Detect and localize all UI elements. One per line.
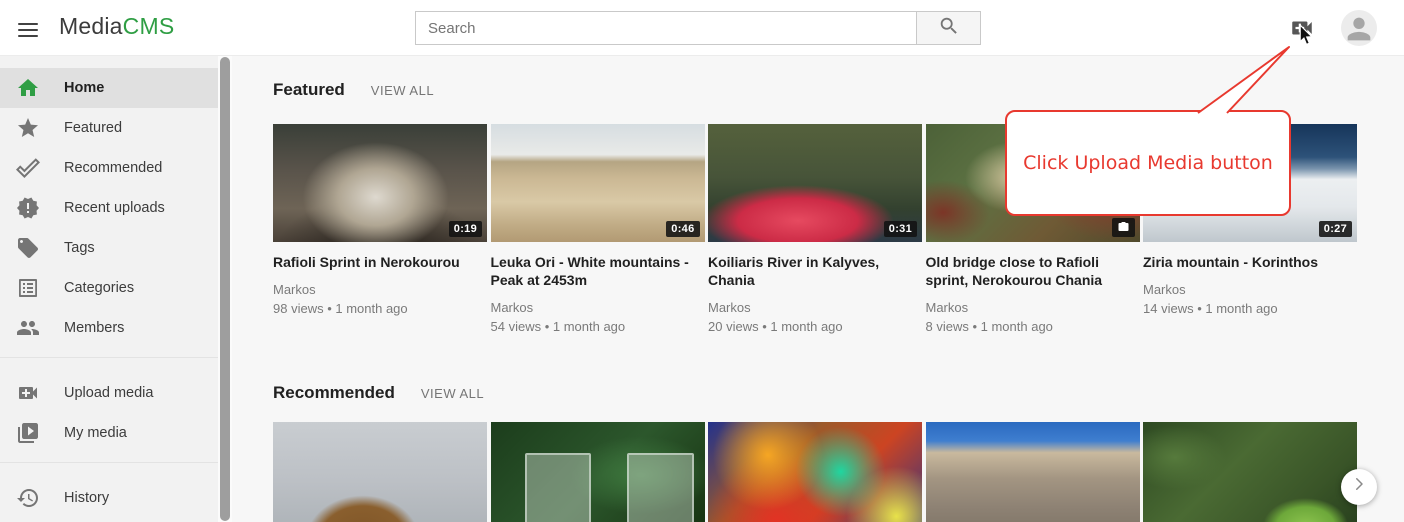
sidebar-item-label: My media (64, 425, 127, 441)
sidebar-divider (0, 357, 218, 358)
home-icon (16, 76, 40, 100)
sidebar-item-label: History (64, 490, 109, 506)
sidebar-item-label: Categories (64, 280, 134, 296)
sidebar: Home Featured Recommended Recent uploads… (0, 56, 218, 522)
duration-badge: 0:31 (884, 221, 917, 237)
media-meta: 14 views • 1 month ago (1143, 299, 1357, 318)
logo[interactable]: MediaCMS (59, 13, 174, 40)
media-card (926, 422, 1140, 522)
duration-badge: 0:46 (666, 221, 699, 237)
search-button[interactable] (917, 11, 981, 45)
sidebar-item-label: Featured (64, 120, 122, 136)
media-title[interactable]: Leuka Ori - White mountains - Peak at 24… (491, 253, 705, 289)
sidebar-item-label: Members (64, 320, 124, 336)
categories-icon (16, 276, 40, 300)
media-meta: 8 views • 1 month ago (926, 317, 1140, 336)
sidebar-item-recommended[interactable]: Recommended (0, 148, 218, 188)
search-input[interactable] (415, 11, 917, 45)
media-card: 0:31 Koiliaris River in Kalyves, Chania … (708, 124, 922, 336)
sidebar-item-upload-media[interactable]: Upload media (0, 373, 218, 413)
media-card: 0:46 Leuka Ori - White mountains - Peak … (491, 124, 705, 336)
sidebar-item-history[interactable]: History (0, 478, 218, 518)
section-title: Featured (273, 80, 345, 100)
video-thumbnail[interactable] (926, 422, 1140, 522)
chevron-right-icon (1350, 475, 1368, 499)
media-meta: 54 views • 1 month ago (491, 317, 705, 336)
scrollbar-thumb[interactable] (220, 57, 230, 521)
logo-text-media: Media (59, 13, 123, 39)
sidebar-divider (0, 462, 218, 463)
upload-media-button[interactable] (1289, 15, 1315, 41)
video-library-icon (16, 421, 40, 445)
recommended-view-all-link[interactable]: VIEW ALL (421, 386, 484, 401)
user-avatar[interactable] (1341, 10, 1377, 46)
sidebar-item-label: Home (64, 80, 104, 96)
menu-icon[interactable] (16, 17, 40, 39)
section-title: Recommended (273, 383, 395, 403)
sidebar-item-label: Upload media (64, 385, 153, 401)
media-author[interactable]: Markos (273, 280, 487, 299)
media-meta: 20 views • 1 month ago (708, 317, 922, 336)
search-icon (938, 15, 960, 42)
upload-media-icon (16, 381, 40, 405)
featured-view-all-link[interactable]: VIEW ALL (371, 83, 434, 98)
camera-icon (1112, 218, 1135, 237)
sidebar-item-label: Recommended (64, 160, 162, 176)
star-icon (16, 116, 40, 140)
video-thumbnail[interactable] (1143, 422, 1357, 522)
members-icon (16, 316, 40, 340)
duration-badge: 0:27 (1319, 221, 1352, 237)
sidebar-scrollbar[interactable] (218, 56, 232, 522)
featured-section-header: Featured VIEW ALL (273, 80, 434, 100)
sidebar-item-label: Tags (64, 240, 95, 256)
media-author[interactable]: Markos (926, 298, 1140, 317)
recommended-section-header: Recommended VIEW ALL (273, 383, 484, 403)
upload-media-icon (1289, 28, 1315, 45)
video-thumbnail[interactable]: 0:19 (273, 124, 487, 242)
sidebar-item-categories[interactable]: Categories (0, 268, 218, 308)
media-title[interactable]: Rafioli Sprint in Nerokourou (273, 253, 487, 271)
video-thumbnail[interactable] (273, 422, 487, 522)
top-bar: MediaCMS (0, 0, 1404, 56)
check-outline-icon (16, 156, 40, 180)
video-thumbnail[interactable]: 0:46 (491, 124, 705, 242)
duration-badge: 0:19 (449, 221, 482, 237)
sidebar-item-label: Recent uploads (64, 200, 165, 216)
video-thumbnail[interactable] (491, 422, 705, 522)
annotation-text: Click Upload Media button (1023, 152, 1273, 174)
sidebar-item-members[interactable]: Members (0, 308, 218, 348)
sidebar-item-tags[interactable]: Tags (0, 228, 218, 268)
person-icon (1342, 10, 1376, 46)
media-meta: 98 views • 1 month ago (273, 299, 487, 318)
history-icon (16, 486, 40, 510)
media-title[interactable]: Ziria mountain - Korinthos (1143, 253, 1357, 271)
sidebar-item-home[interactable]: Home (0, 68, 218, 108)
sidebar-item-featured[interactable]: Featured (0, 108, 218, 148)
media-author[interactable]: Markos (491, 298, 705, 317)
new-releases-icon (16, 196, 40, 220)
video-thumbnail[interactable] (708, 422, 922, 522)
tag-icon (16, 236, 40, 260)
sidebar-item-recent-uploads[interactable]: Recent uploads (0, 188, 218, 228)
media-author[interactable]: Markos (1143, 280, 1357, 299)
media-title[interactable]: Koiliaris River in Kalyves, Chania (708, 253, 922, 289)
media-title[interactable]: Old bridge close to Rafioli sprint, Nero… (926, 253, 1140, 289)
media-card (1143, 422, 1357, 522)
logo-text-cms: CMS (123, 13, 175, 39)
recommended-media-row (273, 422, 1361, 522)
annotation-callout: Click Upload Media button (1005, 110, 1291, 216)
sidebar-item-my-media[interactable]: My media (0, 413, 218, 453)
media-author[interactable]: Markos (708, 298, 922, 317)
video-thumbnail[interactable]: 0:31 (708, 124, 922, 242)
media-card: 0:19 Rafioli Sprint in Nerokourou Markos… (273, 124, 487, 336)
media-card (708, 422, 922, 522)
search-bar (415, 11, 981, 45)
media-card (491, 422, 705, 522)
carousel-next-button[interactable] (1341, 469, 1377, 505)
media-card (273, 422, 487, 522)
